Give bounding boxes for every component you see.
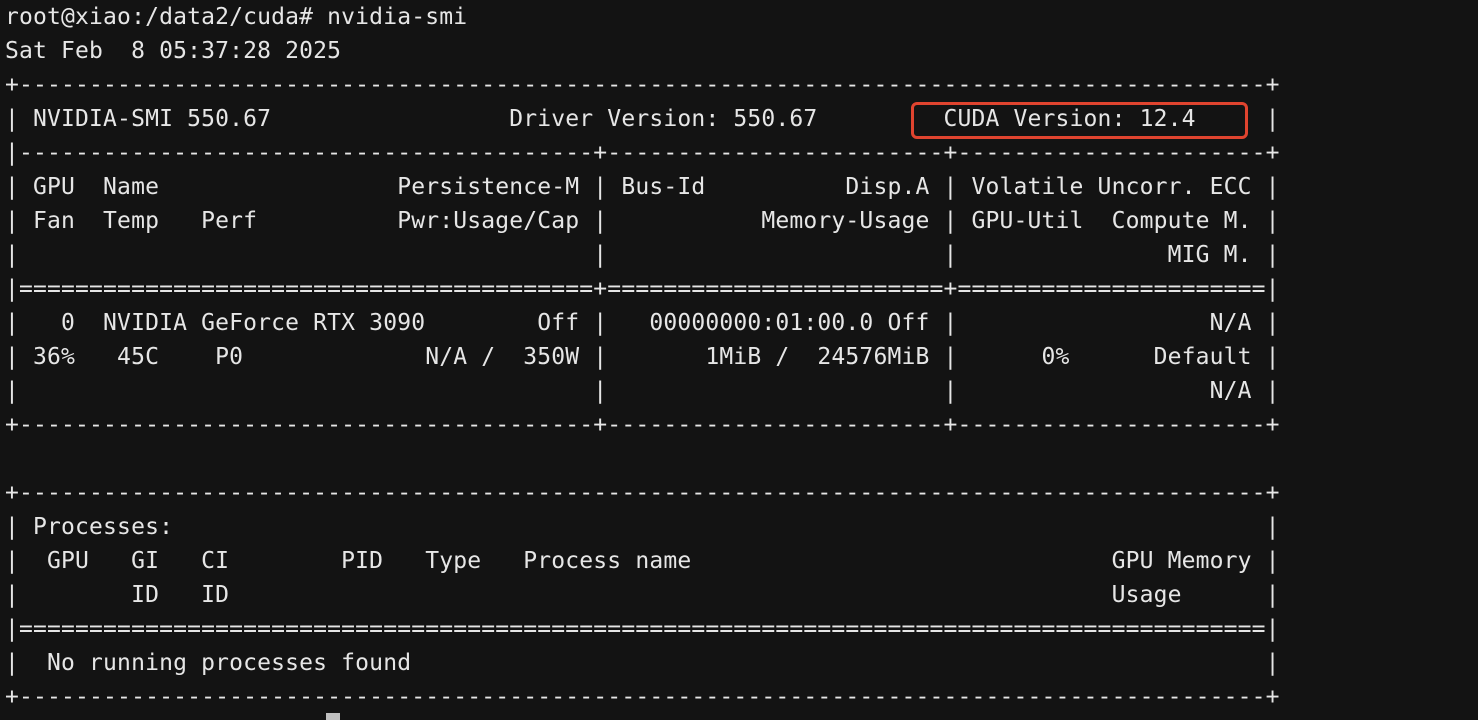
gpu-row-3: | | | N/A | [5,378,1280,404]
gpu-header-separator: |=======================================… [5,276,1280,302]
command-prompt-line: root@xiao:/data2/cuda# nvidia-smi [5,4,468,30]
processes-header-row-2: | ID ID Usage | [5,582,1280,608]
terminal-window[interactable]: root@xiao:/data2/cuda# nvidia-smi Sat Fe… [0,0,1478,720]
processes-border-bottom: +---------------------------------------… [5,684,1280,710]
processes-row: | No running processes found | [5,650,1280,676]
gpu-header-row-3: | | | MIG M. | [5,242,1280,268]
table-border-top: +---------------------------------------… [5,72,1280,98]
terminal-cursor [326,713,340,720]
cuda-version-highlight [911,102,1248,139]
processes-title-line: | Processes: | [5,514,1280,540]
table-divider: |---------------------------------------… [5,140,1280,166]
gpu-header-row-2: | Fan Temp Perf Pwr:Usage/Cap | Memory-U… [5,208,1280,234]
processes-header-separator: |=======================================… [5,616,1280,642]
gpu-row-2: | 36% 45C P0 N/A / 350W | 1MiB / 24576Mi… [5,344,1280,370]
gpu-header-row-1: | GPU Name Persistence-M | Bus-Id Disp.A… [5,174,1280,200]
gpu-row-1: | 0 NVIDIA GeForce RTX 3090 Off | 000000… [5,310,1280,336]
timestamp-line: Sat Feb 8 05:37:28 2025 [5,38,342,64]
processes-header-row-1: | GPU GI CI PID Type Process name GPU Me… [5,548,1280,574]
processes-border-top: +---------------------------------------… [5,480,1280,506]
table-border-bottom: +---------------------------------------… [5,412,1280,438]
